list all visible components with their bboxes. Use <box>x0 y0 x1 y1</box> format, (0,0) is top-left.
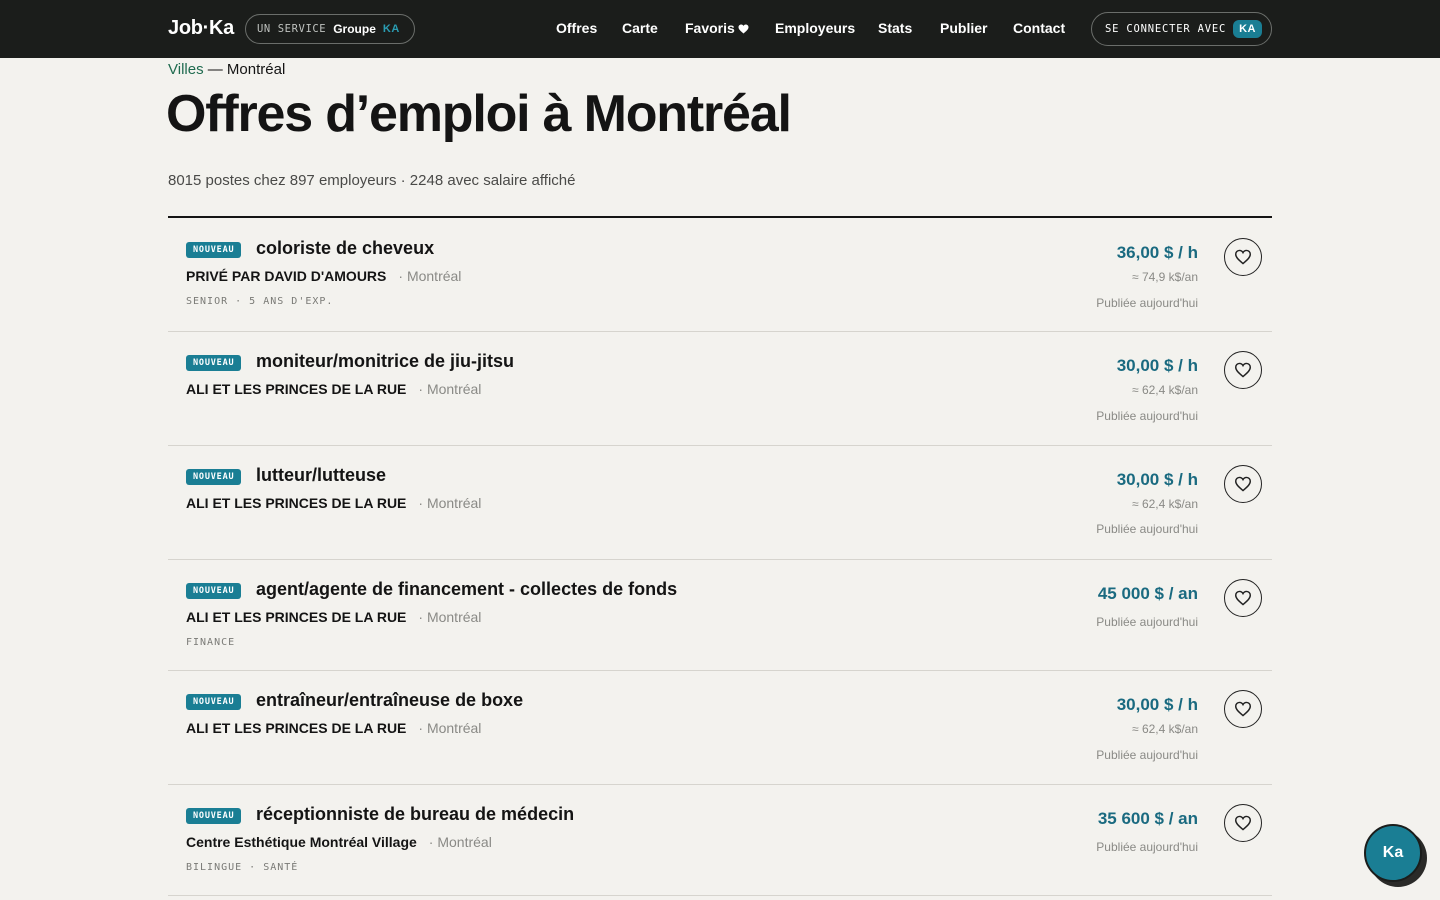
heart-outline-icon <box>1234 362 1252 378</box>
job-posted-date: Publiée aujourd'hui <box>1096 409 1198 423</box>
job-salary: 30,00 $ / h <box>1116 470 1198 489</box>
job-row[interactable]: NOUVEAU entraîneur/entraîneuse de boxe A… <box>168 671 1272 785</box>
nav-carte[interactable]: Carte <box>622 20 658 36</box>
chat-widget-button[interactable]: Ka <box>1364 824 1422 882</box>
nav-favoris-label: Favoris <box>685 20 735 36</box>
heart-outline-icon <box>1234 249 1252 265</box>
job-salary: 36,00 $ / h <box>1116 243 1198 262</box>
job-tags: SENIOR · 5 ANS D'EXP. <box>186 296 334 307</box>
service-ka: KA <box>382 23 400 35</box>
job-annual-salary: ≈ 62,4 k$/an <box>1132 383 1198 397</box>
job-row[interactable]: NOUVEAU coloriste de cheveux PRIVÉ PAR D… <box>168 218 1272 332</box>
favorite-button[interactable] <box>1224 804 1262 842</box>
job-location: · Montréal <box>418 609 482 625</box>
job-title[interactable]: coloriste de cheveux <box>256 238 434 259</box>
job-posted-date: Publiée aujourd'hui <box>1096 748 1198 762</box>
job-annual-salary: ≈ 62,4 k$/an <box>1132 497 1198 511</box>
job-employer: ALI ET LES PRINCES DE LA RUE · Montréal <box>186 720 481 736</box>
job-tags: FINANCE <box>186 637 236 648</box>
results-summary: 8015 postes chez 897 employeurs · 2248 a… <box>168 172 576 189</box>
job-location: · Montréal <box>418 720 482 736</box>
favorite-button[interactable] <box>1224 238 1262 276</box>
employer-name[interactable]: ALI ET LES PRINCES DE LA RUE <box>186 609 406 625</box>
job-employer: PRIVÉ PAR DAVID D'AMOURS · Montréal <box>186 268 461 284</box>
job-tags: BILINGUE · SANTÉ <box>186 862 299 873</box>
job-title[interactable]: entraîneur/entraîneuse de boxe <box>256 690 523 711</box>
job-posted-date: Publiée aujourd'hui <box>1096 840 1198 854</box>
breadcrumb-villes-link[interactable]: Villes <box>168 61 204 78</box>
breadcrumb-separator: — <box>203 61 227 78</box>
heart-outline-icon <box>1234 701 1252 717</box>
service-prefix: UN SERVICE <box>257 23 327 35</box>
job-row[interactable]: NOUVEAU agent/agente de financement - co… <box>168 560 1272 671</box>
service-badge[interactable]: UN SERVICE Groupe KA <box>245 14 415 44</box>
heart-outline-icon <box>1234 476 1252 492</box>
favorite-button[interactable] <box>1224 690 1262 728</box>
nav-publier[interactable]: Publier <box>940 20 987 36</box>
heart-outline-icon <box>1234 590 1252 606</box>
connect-label: SE CONNECTER AVEC <box>1105 23 1227 35</box>
new-badge: NOUVEAU <box>186 694 242 710</box>
job-salary: 45 000 $ / an <box>1097 584 1198 603</box>
connect-button[interactable]: SE CONNECTER AVEC KA <box>1091 12 1272 46</box>
job-annual-salary: ≈ 62,4 k$/an <box>1132 722 1198 736</box>
top-navigation-bar: Job·Ka UN SERVICE Groupe KA Offres Carte… <box>0 0 1440 58</box>
favorite-button[interactable] <box>1224 465 1262 503</box>
nav-stats[interactable]: Stats <box>878 20 912 36</box>
employer-name[interactable]: ALI ET LES PRINCES DE LA RUE <box>186 720 406 736</box>
connect-ka-badge: KA <box>1233 20 1262 38</box>
job-posted-date: Publiée aujourd'hui <box>1096 615 1198 629</box>
job-row[interactable]: NOUVEAU moniteur/monitrice de jiu-jitsu … <box>168 332 1272 446</box>
favorite-button[interactable] <box>1224 579 1262 617</box>
job-employer: Centre Esthétique Montréal Village · Mont… <box>186 834 492 850</box>
nav-contact[interactable]: Contact <box>1013 20 1065 36</box>
job-salary: 30,00 $ / h <box>1116 695 1198 714</box>
job-location: · Montréal <box>398 268 462 284</box>
job-title[interactable]: agent/agente de financement - collectes … <box>256 579 677 600</box>
page-title: Offres d’emploi à Montréal <box>166 85 792 143</box>
job-title[interactable]: lutteur/lutteuse <box>256 465 386 486</box>
breadcrumb-current: Montréal <box>226 61 286 78</box>
job-location: · Montréal <box>428 834 492 850</box>
employer-name[interactable]: ALI ET LES PRINCES DE LA RUE <box>186 381 406 397</box>
job-salary: 30,00 $ / h <box>1116 356 1198 375</box>
heart-outline-icon <box>1234 815 1252 831</box>
job-posted-date: Publiée aujourd'hui <box>1096 522 1198 536</box>
nav-offres[interactable]: Offres <box>556 20 597 36</box>
job-title[interactable]: réceptionniste de bureau de médecin <box>256 804 574 825</box>
breadcrumb: Villes — Montréal <box>168 61 285 78</box>
new-badge: NOUVEAU <box>186 808 242 824</box>
new-badge: NOUVEAU <box>186 355 242 371</box>
employer-name[interactable]: PRIVÉ PAR DAVID D'AMOURS <box>186 268 386 284</box>
nav-favoris[interactable]: Favoris <box>685 20 749 36</box>
service-group: Groupe <box>333 22 376 36</box>
new-badge: NOUVEAU <box>186 242 242 258</box>
job-location: · Montréal <box>418 381 482 397</box>
job-title[interactable]: moniteur/monitrice de jiu-jitsu <box>256 351 514 372</box>
job-row[interactable]: NOUVEAU lutteur/lutteuse ALI ET LES PRIN… <box>168 446 1272 560</box>
new-badge: NOUVEAU <box>186 469 242 485</box>
site-logo[interactable]: Job·Ka <box>168 17 234 40</box>
heart-icon <box>738 22 749 36</box>
job-employer: ALI ET LES PRINCES DE LA RUE · Montréal <box>186 495 481 511</box>
nav-employeurs[interactable]: Employeurs <box>775 20 855 36</box>
employer-name[interactable]: ALI ET LES PRINCES DE LA RUE <box>186 495 406 511</box>
new-badge: NOUVEAU <box>186 583 242 599</box>
favorite-button[interactable] <box>1224 351 1262 389</box>
job-annual-salary: ≈ 74,9 k$/an <box>1132 270 1198 284</box>
job-location: · Montréal <box>418 495 482 511</box>
job-row[interactable]: NOUVEAU réceptionniste de bureau de méde… <box>168 785 1272 896</box>
job-employer: ALI ET LES PRINCES DE LA RUE · Montréal <box>186 609 481 625</box>
job-posted-date: Publiée aujourd'hui <box>1096 296 1198 310</box>
employer-name[interactable]: Centre Esthétique Montréal Village <box>186 834 417 850</box>
job-employer: ALI ET LES PRINCES DE LA RUE · Montréal <box>186 381 481 397</box>
job-salary: 35 600 $ / an <box>1097 809 1198 828</box>
